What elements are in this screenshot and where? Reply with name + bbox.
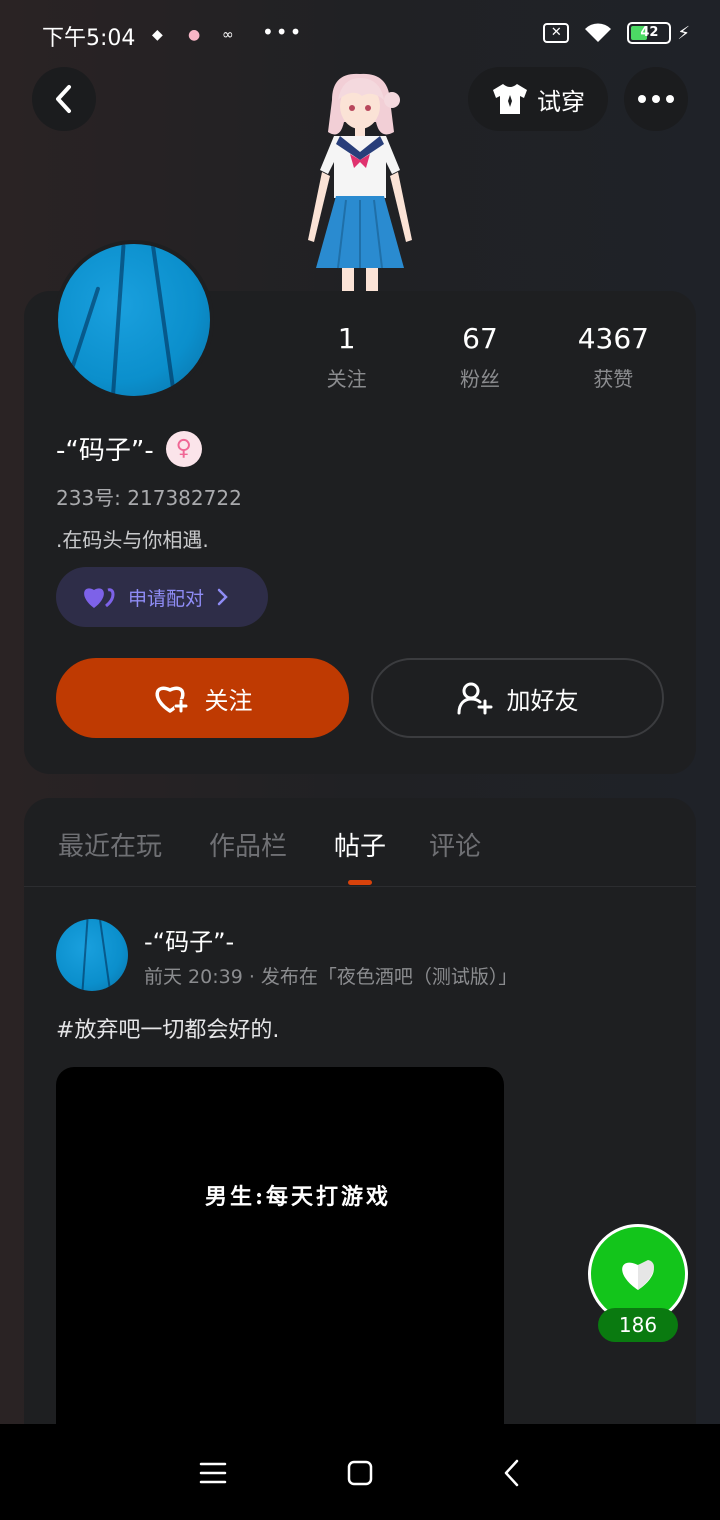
status-bar: 下午5:04 ◆ ● ∞ ••• ✕ 42 ⚡ (0, 0, 720, 68)
nickname-text: -“码子”- (56, 436, 154, 466)
stat-followers[interactable]: 67 粉丝 (413, 322, 546, 392)
back-button[interactable] (32, 67, 96, 131)
battery-icon: 42 (627, 22, 672, 44)
stat-following-label: 关注 (326, 367, 367, 391)
avatar-character-figure[interactable] (280, 70, 440, 292)
add-user-icon (457, 682, 492, 715)
profile-uid[interactable]: 233号: 217382722 (56, 482, 242, 511)
profile-stats: 1 关注 67 粉丝 4367 获赞 (280, 322, 680, 392)
post-meta[interactable]: 前天 20:39 · 发布在「夜色酒吧（测试版）」 (144, 962, 517, 989)
stat-likes-count: 4367 (577, 322, 649, 355)
post-text[interactable]: #放弃吧一切都会好的. (56, 1012, 279, 1044)
like-count: 186 (598, 1308, 678, 1342)
follow-label: 关注 (204, 686, 253, 715)
wifi-icon (585, 23, 612, 42)
more-dots-icon (638, 95, 674, 103)
profile-nickname: -“码子”- ♀ (56, 430, 202, 467)
chevron-right-icon (217, 588, 228, 606)
sim-x-icon: ✕ (543, 23, 570, 43)
add-friend-label: 加好友 (506, 686, 579, 715)
post-video[interactable]: 男生:每天打游戏 (56, 1067, 504, 1478)
notification-dot-icon: ● (188, 27, 201, 43)
status-time: 下午5:04 (42, 26, 136, 51)
stat-likes[interactable]: 4367 获赞 (547, 322, 680, 392)
active-tab-indicator (348, 880, 372, 885)
charging-icon: ⚡ (677, 22, 690, 44)
stat-likes-label: 获赞 (593, 367, 634, 391)
tab-posts[interactable]: 帖子 (334, 826, 386, 863)
avatar[interactable] (54, 240, 214, 400)
stat-followers-count: 67 (462, 322, 498, 355)
battery-level: 42 (640, 25, 659, 40)
video-caption: 男生:每天打游戏 (204, 1184, 392, 1210)
tab-recent-play[interactable]: 最近在玩 (58, 826, 162, 863)
double-heart-icon (84, 588, 115, 608)
notification-diamond-icon: ◆ (152, 27, 163, 43)
heart-plus-icon (155, 686, 188, 713)
stat-followers-label: 粉丝 (459, 367, 500, 391)
tab-works[interactable]: 作品栏 (209, 826, 287, 863)
more-button[interactable] (624, 67, 688, 131)
request-pair-label: 申请配对 (128, 587, 205, 610)
stat-following-count: 1 (337, 322, 356, 355)
system-nav-bar (0, 1424, 720, 1520)
stat-following[interactable]: 1 关注 (280, 322, 413, 392)
try-on-button[interactable]: 试穿 (468, 67, 608, 131)
tab-comments[interactable]: 评论 (429, 826, 481, 863)
shirt-icon (493, 84, 527, 114)
chevron-left-icon (56, 85, 71, 113)
menu-icon[interactable] (198, 1458, 228, 1488)
status-more-dots: ••• (262, 20, 304, 44)
follow-button[interactable]: 关注 (56, 658, 349, 738)
request-pair-button[interactable]: 申请配对 (56, 567, 268, 627)
content-card: 最近在玩 作品栏 帖子 评论 -“码子”- 前天 20:39 · 发布在「夜色酒… (24, 798, 696, 1478)
female-gender-icon: ♀ (165, 430, 202, 467)
add-friend-button[interactable]: 加好友 (371, 658, 664, 738)
notification-game-icon: ∞ (222, 27, 234, 43)
post-author-avatar[interactable] (56, 919, 128, 991)
heart-icon (622, 1260, 654, 1290)
profile-bio: .在码头与你相遇. (56, 528, 209, 552)
back-nav-icon[interactable] (497, 1458, 527, 1488)
post-author-name[interactable]: -“码子”- (144, 922, 234, 957)
tab-bar: 最近在玩 作品栏 帖子 评论 (24, 798, 696, 887)
try-on-label: 试穿 (537, 87, 585, 116)
home-icon[interactable] (345, 1458, 375, 1488)
